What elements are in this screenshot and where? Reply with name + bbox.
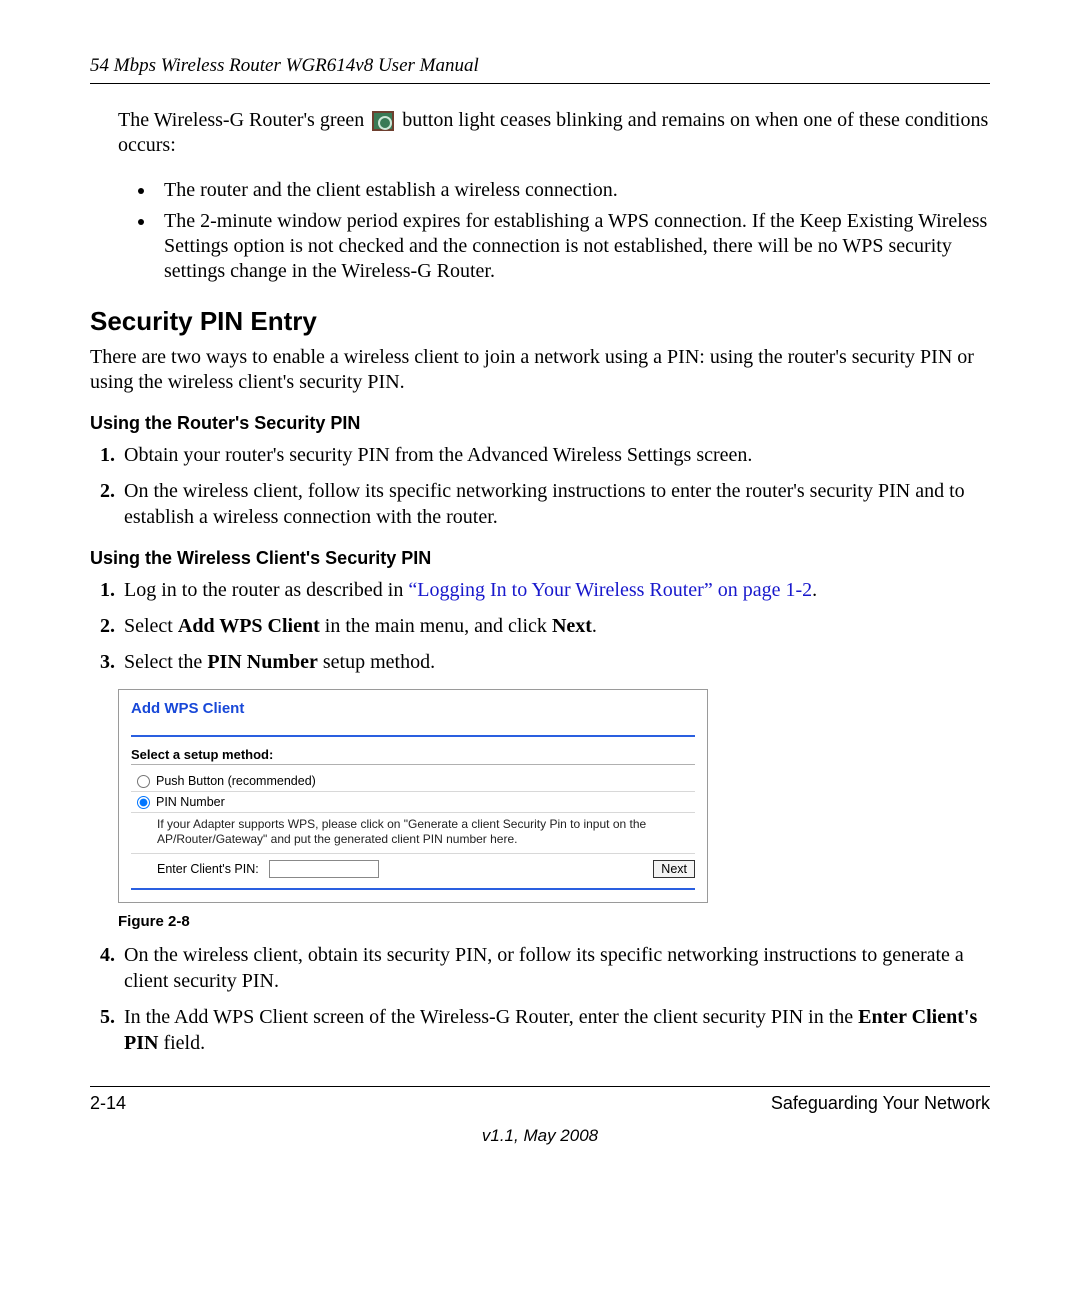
radio-label: PIN Number (156, 795, 225, 809)
wps-button-icon (372, 111, 394, 131)
step-item: Log in to the router as described in “Lo… (120, 577, 990, 603)
section-heading: Security PIN Entry (90, 306, 990, 337)
steps-list-client: Log in to the router as described in “Lo… (90, 577, 990, 675)
radio-label: Push Button (recommended) (156, 774, 316, 788)
step-text: in the main menu, and click (320, 615, 552, 637)
steps-list-router: Obtain your router's security PIN from t… (90, 442, 990, 530)
step-item: Select Add WPS Client in the main menu, … (120, 613, 990, 639)
intro-paragraph: The Wireless-G Router's green button lig… (118, 108, 990, 158)
enter-pin-label: Enter Client's PIN: (157, 862, 259, 876)
cross-reference-link[interactable]: “Logging In to Your Wireless Router” on … (408, 579, 812, 601)
panel-rule (131, 735, 695, 737)
step-item: On the wireless client, obtain its secur… (120, 942, 990, 994)
step-item: Select the PIN Number setup method. (120, 649, 990, 675)
intro-text-a: The Wireless-G Router's green (118, 109, 369, 131)
radio-input[interactable] (137, 796, 150, 809)
intro-bullet-list: The router and the client establish a wi… (118, 178, 990, 284)
subheading-client-pin: Using the Wireless Client's Security PIN (90, 548, 990, 569)
bullet-item: The router and the client establish a wi… (156, 178, 990, 203)
ui-term: Add WPS Client (178, 615, 320, 637)
chapter-title: Safeguarding Your Network (771, 1093, 990, 1114)
ui-term: Next (552, 615, 592, 637)
step-item: Obtain your router's security PIN from t… (120, 442, 990, 468)
select-method-label: Select a setup method: (131, 747, 695, 765)
step-text: . (812, 579, 817, 601)
header-rule (90, 83, 990, 84)
page-number: 2-14 (90, 1093, 126, 1114)
version-line: v1.1, May 2008 (90, 1126, 990, 1146)
enter-pin-row: Enter Client's PIN: Next (131, 854, 695, 878)
client-pin-input[interactable] (269, 860, 379, 878)
panel-title: Add WPS Client (131, 700, 695, 717)
figure-add-wps-client: Add WPS Client Select a setup method: Pu… (118, 689, 990, 903)
footer: 2-14 Safeguarding Your Network (90, 1093, 990, 1114)
radio-input[interactable] (137, 775, 150, 788)
bullet-item: The 2-minute window period expires for e… (156, 209, 990, 284)
running-header: 54 Mbps Wireless Router WGR614v8 User Ma… (90, 55, 990, 77)
hint-text: If your Adapter supports WPS, please cli… (131, 813, 695, 854)
step-text: In the Add WPS Client screen of the Wire… (124, 1006, 858, 1028)
section-paragraph: There are two ways to enable a wireless … (90, 345, 990, 395)
manual-page: 54 Mbps Wireless Router WGR614v8 User Ma… (0, 0, 1080, 1296)
step-text: Log in to the router as described in (124, 579, 408, 601)
intro-block: The Wireless-G Router's green button lig… (118, 108, 990, 284)
steps-list-client-cont: On the wireless client, obtain its secur… (90, 942, 990, 1056)
step-item: On the wireless client, follow its speci… (120, 478, 990, 530)
step-item: In the Add WPS Client screen of the Wire… (120, 1004, 990, 1056)
subheading-router-pin: Using the Router's Security PIN (90, 413, 990, 434)
radio-push-button[interactable]: Push Button (recommended) (131, 771, 695, 792)
ui-term: PIN Number (207, 651, 318, 673)
step-text: field. (158, 1032, 205, 1054)
footer-rule (90, 1086, 990, 1087)
screenshot-panel: Add WPS Client Select a setup method: Pu… (118, 689, 708, 903)
next-button[interactable]: Next (653, 860, 695, 878)
panel-rule-bottom (131, 888, 695, 890)
radio-pin-number[interactable]: PIN Number (131, 792, 695, 813)
step-text: setup method. (318, 651, 435, 673)
step-text: Select the (124, 651, 207, 673)
step-text: . (592, 615, 597, 637)
step-text: Select (124, 615, 178, 637)
figure-caption: Figure 2-8 (118, 913, 990, 930)
